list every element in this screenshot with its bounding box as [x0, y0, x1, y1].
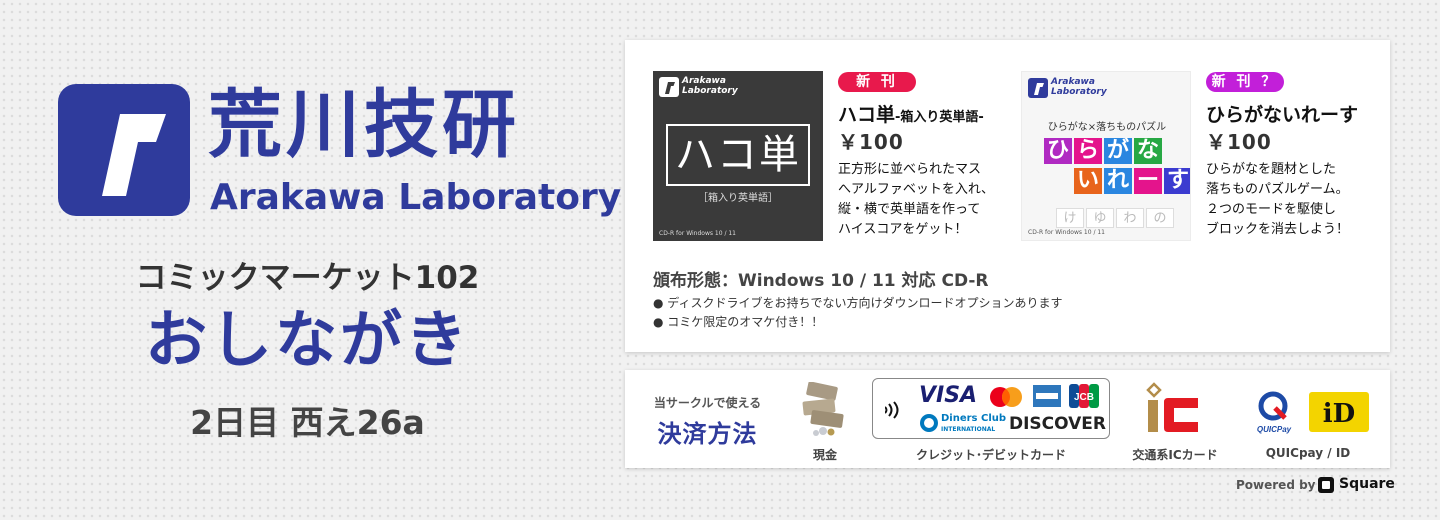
product-title: ハコ単-箱入り英単語-	[838, 100, 984, 127]
cover-logo-text: Arakawa Laboratory	[682, 76, 738, 96]
arakawa-logo-icon	[1028, 78, 1048, 98]
cover-sub-text: ［箱入り英単語］	[698, 193, 778, 204]
credit-card-icons: VISA JCB Diners Club INTERNATIONAL DISCO…	[872, 378, 1110, 439]
grid-cell: の	[1146, 208, 1174, 228]
visa-icon: VISA	[919, 383, 978, 408]
payment-label-credit: クレジット･デビットカード	[915, 448, 1066, 462]
cover-media-label: CD-R for Windows 10 / 11	[659, 230, 737, 237]
cover-caption: ひらがな×落ちものパズル	[1047, 122, 1167, 133]
product-description: 正方形に並べられたマス へアルファベットを入れ、 縦・横で英単語を作って ハイス…	[838, 162, 995, 237]
booth-location: 2日目 西え26a	[190, 403, 425, 442]
brand-name-en: Arakawa Laboratory	[210, 177, 622, 218]
brand-logo-icon	[102, 114, 166, 196]
brand-logo-mark	[58, 84, 190, 216]
new-badge: 新 刊	[838, 72, 916, 92]
product-cover-hakotan: Arakawa Laboratory ハコ単 ［箱入り英単語］ CD-R for…	[653, 71, 823, 241]
payment-label-cash: 現金	[812, 448, 837, 462]
tile: な	[1134, 138, 1162, 164]
product-price: ￥100	[1206, 130, 1272, 154]
ic-card-icon	[1146, 382, 1198, 432]
svg-text:QUICPay: QUICPay	[1257, 425, 1292, 434]
grid-cell: け	[1056, 208, 1084, 228]
quicpay-icon: QUICPay	[1257, 391, 1292, 434]
square-logo-text: Square	[1339, 476, 1395, 492]
brand-name-jp: 荒川技研	[208, 82, 520, 168]
tile: ら	[1074, 138, 1102, 164]
cover-media-label: CD-R for Windows 10 / 11	[1028, 229, 1106, 236]
product-panel: Arakawa Laboratory ハコ単 ［箱入り英単語］ CD-R for…	[625, 40, 1390, 352]
page-title: おしながき	[144, 303, 470, 376]
tile: い	[1074, 168, 1102, 194]
svg-text:iD: iD	[1323, 399, 1355, 429]
payment-heading: 決済方法	[657, 420, 758, 448]
svg-text:JCB: JCB	[1074, 392, 1094, 403]
jcb-icon: JCB	[1069, 384, 1099, 408]
mastercard-icon	[990, 387, 1022, 407]
payment-panel: 当サークルで使える 決済方法 現金 VISA JCB Diners Club I…	[625, 370, 1390, 468]
tile: れ	[1104, 168, 1132, 194]
payment-caption: 当サークルで使える	[653, 396, 762, 410]
payment-label-ic: 交通系ICカード	[1132, 448, 1218, 462]
payment-label-quicpay-id: QUICpay / ID	[1265, 446, 1351, 460]
product-cover-hiragana-race: Arakawa Laboratory ひらがな×落ちものパズル け ゆ わ の …	[1021, 71, 1191, 241]
tile: す	[1164, 168, 1190, 194]
grid-cell: ゆ	[1086, 208, 1114, 228]
amex-icon	[1033, 385, 1061, 407]
cover-main-text: ハコ単	[666, 124, 810, 186]
product-title-main: ハコ単	[838, 104, 896, 126]
contactless-icon	[885, 401, 899, 419]
tile: ひ	[1044, 138, 1072, 164]
discover-icon: DISCOVER	[1009, 414, 1107, 434]
id-icon: iD	[1309, 392, 1369, 432]
powered-by-text: Powered by	[1236, 478, 1316, 492]
product-subtitle: -箱入り英単語-	[895, 110, 984, 125]
grid-cell: わ	[1116, 208, 1144, 228]
product-price: ￥100	[838, 130, 904, 154]
cover-logo-text: Arakawa Laboratory	[1051, 77, 1107, 97]
diners-club-text: Diners Club INTERNATIONAL	[941, 413, 1007, 433]
cash-icon	[802, 382, 844, 436]
diners-club-icon	[920, 414, 938, 432]
square-logo-icon	[1318, 477, 1334, 493]
new-badge: 新 刊 ？	[1206, 72, 1284, 92]
tile: が	[1104, 138, 1132, 164]
product-title: ひらがないれーす	[1206, 104, 1359, 126]
arakawa-logo-icon	[659, 77, 679, 97]
distribution-note: ● コミケ限定のオマケ付き！！	[653, 315, 824, 329]
distribution-note: ● ディスクドライブをお持ちでない方向けダウンロードオプションあります	[653, 296, 1063, 310]
distribution-title: 頒布形態：Windows 10 / 11 対応 CD-R	[653, 271, 989, 291]
product-description: ひらがなを題材とした 落ちものパズルゲーム。 ２つのモードを駆使し ブロックを消…	[1206, 162, 1350, 237]
tile: ー	[1134, 168, 1162, 194]
event-name: コミックマーケット102	[135, 260, 480, 296]
